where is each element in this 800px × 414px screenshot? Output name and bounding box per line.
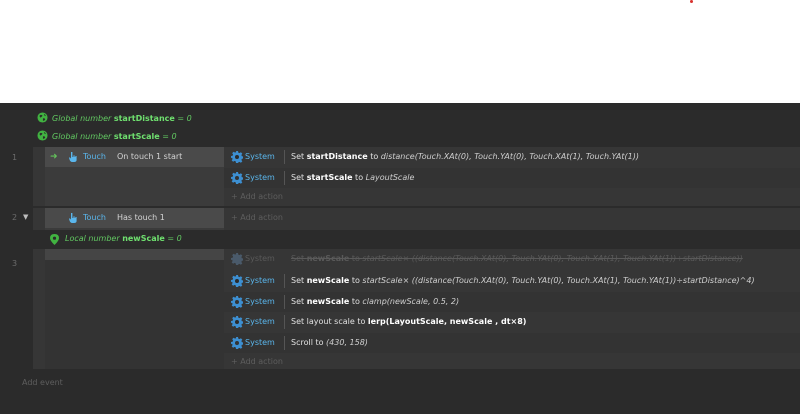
object-name: System [245,254,275,263]
action-row[interactable]: System Set newScale to startScale× ((dis… [224,271,800,291]
condition-column[interactable]: ➜ Touch On touch 1 start [45,147,224,206]
add-action-button[interactable]: + Add action [224,209,283,227]
action-text: Set newScale to clamp(newScale, 0.5, 2) [291,297,460,306]
layout-view-area [0,0,800,103]
variable-name: newScale [122,234,165,243]
gear-icon [231,296,243,308]
variable-name: startDistance [113,113,175,123]
divider [284,295,285,309]
globe-icon [37,112,48,123]
object-name: System [245,317,275,326]
local-variable-label: Local number newScale = 0 [65,234,182,243]
gear-icon [231,316,243,328]
action-text: Set startDistance to distance(Touch.XAt(… [291,152,639,161]
action-row[interactable]: System Set newScale to clamp(newScale, 0… [224,292,800,312]
condition-row[interactable]: Touch Has touch 1 [45,208,224,228]
object-name: System [245,276,275,285]
action-row[interactable]: System Set startDistance to distance(Tou… [224,147,800,167]
divider [284,336,285,350]
divider [284,150,285,164]
action-text: Set startScale to LayoutScale [291,173,415,182]
variable-name: startScale [113,131,160,141]
local-variable-row[interactable]: Local number newScale = 0 [50,231,182,247]
divider [284,315,285,329]
gear-icon [231,337,243,349]
global-variable-label: Global number startDistance = 0 [52,113,192,123]
globe-icon [37,130,48,141]
gear-icon [231,275,243,287]
gear-icon [231,172,243,184]
trigger-arrow-icon: ➜ [50,152,58,162]
action-text: Set newScale to startScale× ((distance(T… [291,254,743,263]
divider [284,274,285,288]
event-sheet[interactable]: Global number startDistance = 0 Global n… [0,103,800,414]
action-text: Set layout scale to lerp(LayoutScale, ne… [291,317,527,326]
object-name: Touch [83,152,106,161]
object-name: System [245,297,275,306]
gear-icon [231,253,243,265]
condition-row[interactable]: ➜ Touch On touch 1 start [45,147,224,167]
event-number: 1 [12,153,18,162]
divider [284,171,285,185]
action-text: Set newScale to startScale× ((distance(T… [291,276,755,285]
object-name: System [245,152,275,161]
event-number: 2 [12,213,18,222]
condition-text: Has touch 1 [117,213,165,222]
condition-text: On touch 1 start [117,152,183,161]
layout-marker [690,0,693,3]
object-name: System [245,338,275,347]
add-event-button[interactable]: Add event [22,378,63,387]
gear-icon [231,151,243,163]
empty-condition[interactable] [45,249,224,260]
pin-icon [50,234,59,245]
global-variable-label: Global number startScale = 0 [52,131,177,141]
condition-column[interactable]: Touch Has touch 1 [45,208,224,230]
action-row[interactable]: System Scroll to (430, 158) [224,333,800,353]
event-number: 3 [12,259,18,268]
object-name: System [245,173,275,182]
action-row-disabled[interactable]: System Set newScale to startScale× ((dis… [224,249,800,269]
add-action-button[interactable]: + Add action [224,353,283,371]
action-row[interactable]: System Set layout scale to lerp(LayoutSc… [224,312,800,332]
add-action-button[interactable]: + Add action [224,188,283,206]
object-name: Touch [83,213,106,222]
condition-column[interactable] [45,249,224,369]
action-row[interactable]: System Set startScale to LayoutScale [224,168,800,188]
collapse-arrow-icon[interactable]: ▼ [23,213,28,221]
action-text: Scroll to (430, 158) [291,338,368,347]
